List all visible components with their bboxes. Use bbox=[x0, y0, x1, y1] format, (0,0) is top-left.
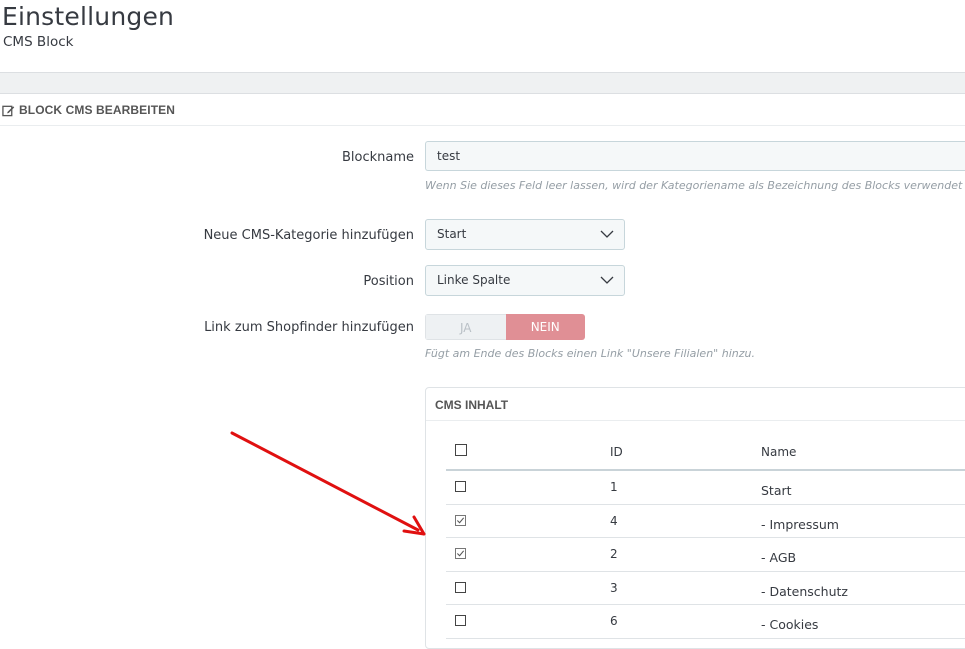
category-label: Neue CMS-Kategorie hinzufügen bbox=[203, 228, 414, 243]
chevron-down-icon bbox=[600, 276, 614, 284]
row-checkbox[interactable] bbox=[455, 615, 466, 626]
table-row: 2 - AGB bbox=[446, 538, 965, 572]
edit-icon bbox=[2, 105, 15, 116]
position-select-value: Linke Spalte bbox=[437, 273, 511, 287]
table-row: 1 Start bbox=[446, 471, 965, 505]
cell-id: 3 bbox=[610, 580, 618, 595]
row-checkbox[interactable] bbox=[455, 548, 466, 559]
toolbar-band bbox=[0, 72, 965, 94]
divider bbox=[426, 420, 965, 421]
category-select[interactable]: Start bbox=[425, 219, 625, 250]
shopfinder-help: Fügt am Ende des Blocks einen Link "Unse… bbox=[425, 347, 755, 360]
shopfinder-label: Link zum Shopfinder hinzufügen bbox=[204, 320, 414, 335]
cell-name: - Impressum bbox=[761, 516, 839, 532]
cell-id: 1 bbox=[610, 480, 618, 494]
category-select-value: Start bbox=[437, 227, 467, 241]
row-checkbox[interactable] bbox=[455, 514, 466, 526]
blockname-label: Blockname bbox=[341, 150, 414, 165]
cell-name: Start bbox=[761, 483, 792, 498]
page-subtitle: CMS Block bbox=[3, 34, 74, 50]
table-header-row: ID Name bbox=[446, 436, 965, 471]
column-header-name: Name bbox=[761, 445, 797, 459]
checkmark-icon bbox=[456, 516, 465, 524]
cell-name: - AGB bbox=[761, 550, 797, 565]
switch-no-option[interactable]: NEIN bbox=[505, 314, 585, 340]
table-row: 3 - Datenschutz bbox=[446, 572, 965, 605]
row-checkbox[interactable] bbox=[455, 481, 466, 492]
column-header-id: ID bbox=[610, 445, 623, 459]
cms-table: ID Name 1 Start 4 - Impressum 2 - AGB 3 - Daten… bbox=[446, 436, 965, 639]
table-row: 4 - Impressum bbox=[446, 505, 965, 538]
cms-panel-title: CMS Inhalt bbox=[435, 398, 509, 412]
position-select[interactable]: Linke Spalte bbox=[425, 265, 625, 296]
cell-name: - Datenschutz bbox=[761, 583, 848, 599]
table-row: 6 - Cookies bbox=[446, 605, 965, 639]
shopfinder-switch[interactable]: JA NEIN bbox=[425, 314, 585, 340]
panel-heading-label: Block CMS bearbeiten bbox=[19, 103, 176, 117]
row-checkbox[interactable] bbox=[455, 581, 466, 593]
panel-heading: Block CMS bearbeiten bbox=[2, 103, 175, 117]
chevron-down-icon bbox=[600, 230, 614, 238]
cell-id: 2 bbox=[610, 547, 618, 561]
page-title: Einstellungen bbox=[2, 2, 175, 31]
checkmark-icon bbox=[456, 550, 465, 557]
position-label: Position bbox=[363, 274, 414, 289]
cell-name: - Cookies bbox=[761, 617, 819, 632]
cell-id: 6 bbox=[610, 614, 618, 628]
blockname-help: Wenn Sie dieses Feld leer lassen, wird d… bbox=[425, 179, 963, 192]
switch-yes-option[interactable]: JA bbox=[425, 314, 506, 340]
blockname-input[interactable]: test bbox=[425, 141, 965, 171]
cell-id: 4 bbox=[610, 513, 618, 528]
cms-content-panel: CMS Inhalt ID Name 1 Start 4 - Impressum 2 - … bbox=[425, 387, 965, 649]
select-all-checkbox[interactable] bbox=[455, 444, 467, 456]
divider bbox=[0, 125, 965, 126]
